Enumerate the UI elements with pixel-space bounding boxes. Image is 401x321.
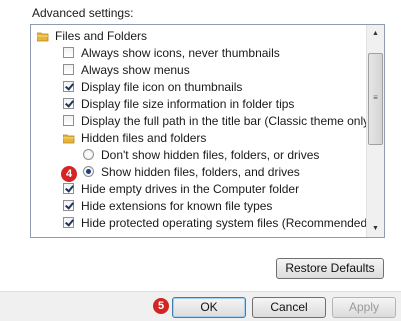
apply-button[interactable]: Apply [332, 297, 396, 318]
option-label: Hide protected operating system files (R… [81, 216, 372, 230]
checkbox[interactable] [63, 81, 74, 92]
option-label: Display file size information in folder … [81, 97, 295, 111]
radio-button[interactable] [83, 149, 94, 160]
step-badge-4: 4 [61, 166, 77, 182]
option-label: Always show icons, never thumbnails [81, 46, 280, 60]
restore-defaults-button[interactable]: Restore Defaults [276, 258, 384, 279]
option-label: Always show menus [81, 63, 190, 77]
scroll-down-arrow-icon[interactable]: ▼ [367, 220, 384, 237]
step-badge-5: 5 [153, 298, 169, 314]
option-label: Show hidden files, folders, and drives [101, 165, 300, 179]
vertical-scrollbar[interactable]: ▲ ≡ ▼ [366, 25, 384, 237]
checkbox[interactable] [63, 47, 74, 58]
folder-icon [37, 32, 49, 42]
tree-group-label: Files and Folders [55, 29, 148, 43]
option-label: Don't show hidden files, folders, or dri… [101, 148, 320, 162]
radio-button[interactable] [83, 166, 94, 177]
option-label: Display the full path in the title bar (… [81, 114, 374, 128]
folder-icon [63, 134, 75, 144]
checkbox[interactable] [63, 200, 74, 211]
cancel-button[interactable]: Cancel [252, 297, 326, 318]
checkbox[interactable] [63, 98, 74, 109]
ok-button[interactable]: OK [172, 297, 246, 318]
option-label: Display file icon on thumbnails [81, 80, 243, 94]
scrollbar-thumb[interactable]: ≡ [368, 53, 383, 145]
scroll-up-arrow-icon[interactable]: ▲ [367, 25, 384, 42]
option-label: Hide extensions for known file types [81, 199, 273, 213]
advanced-settings-tree[interactable]: Files and Folders Always show icons, nev… [30, 24, 385, 238]
tree-group-label: Hidden files and folders [81, 131, 207, 145]
checkbox[interactable] [63, 64, 74, 75]
checkbox[interactable] [63, 183, 74, 194]
advanced-settings-label: Advanced settings: [32, 6, 134, 20]
checkbox[interactable] [63, 115, 74, 126]
option-label: Hide empty drives in the Computer folder [81, 182, 300, 196]
checkbox[interactable] [63, 217, 74, 228]
grip-icon: ≡ [373, 93, 378, 102]
